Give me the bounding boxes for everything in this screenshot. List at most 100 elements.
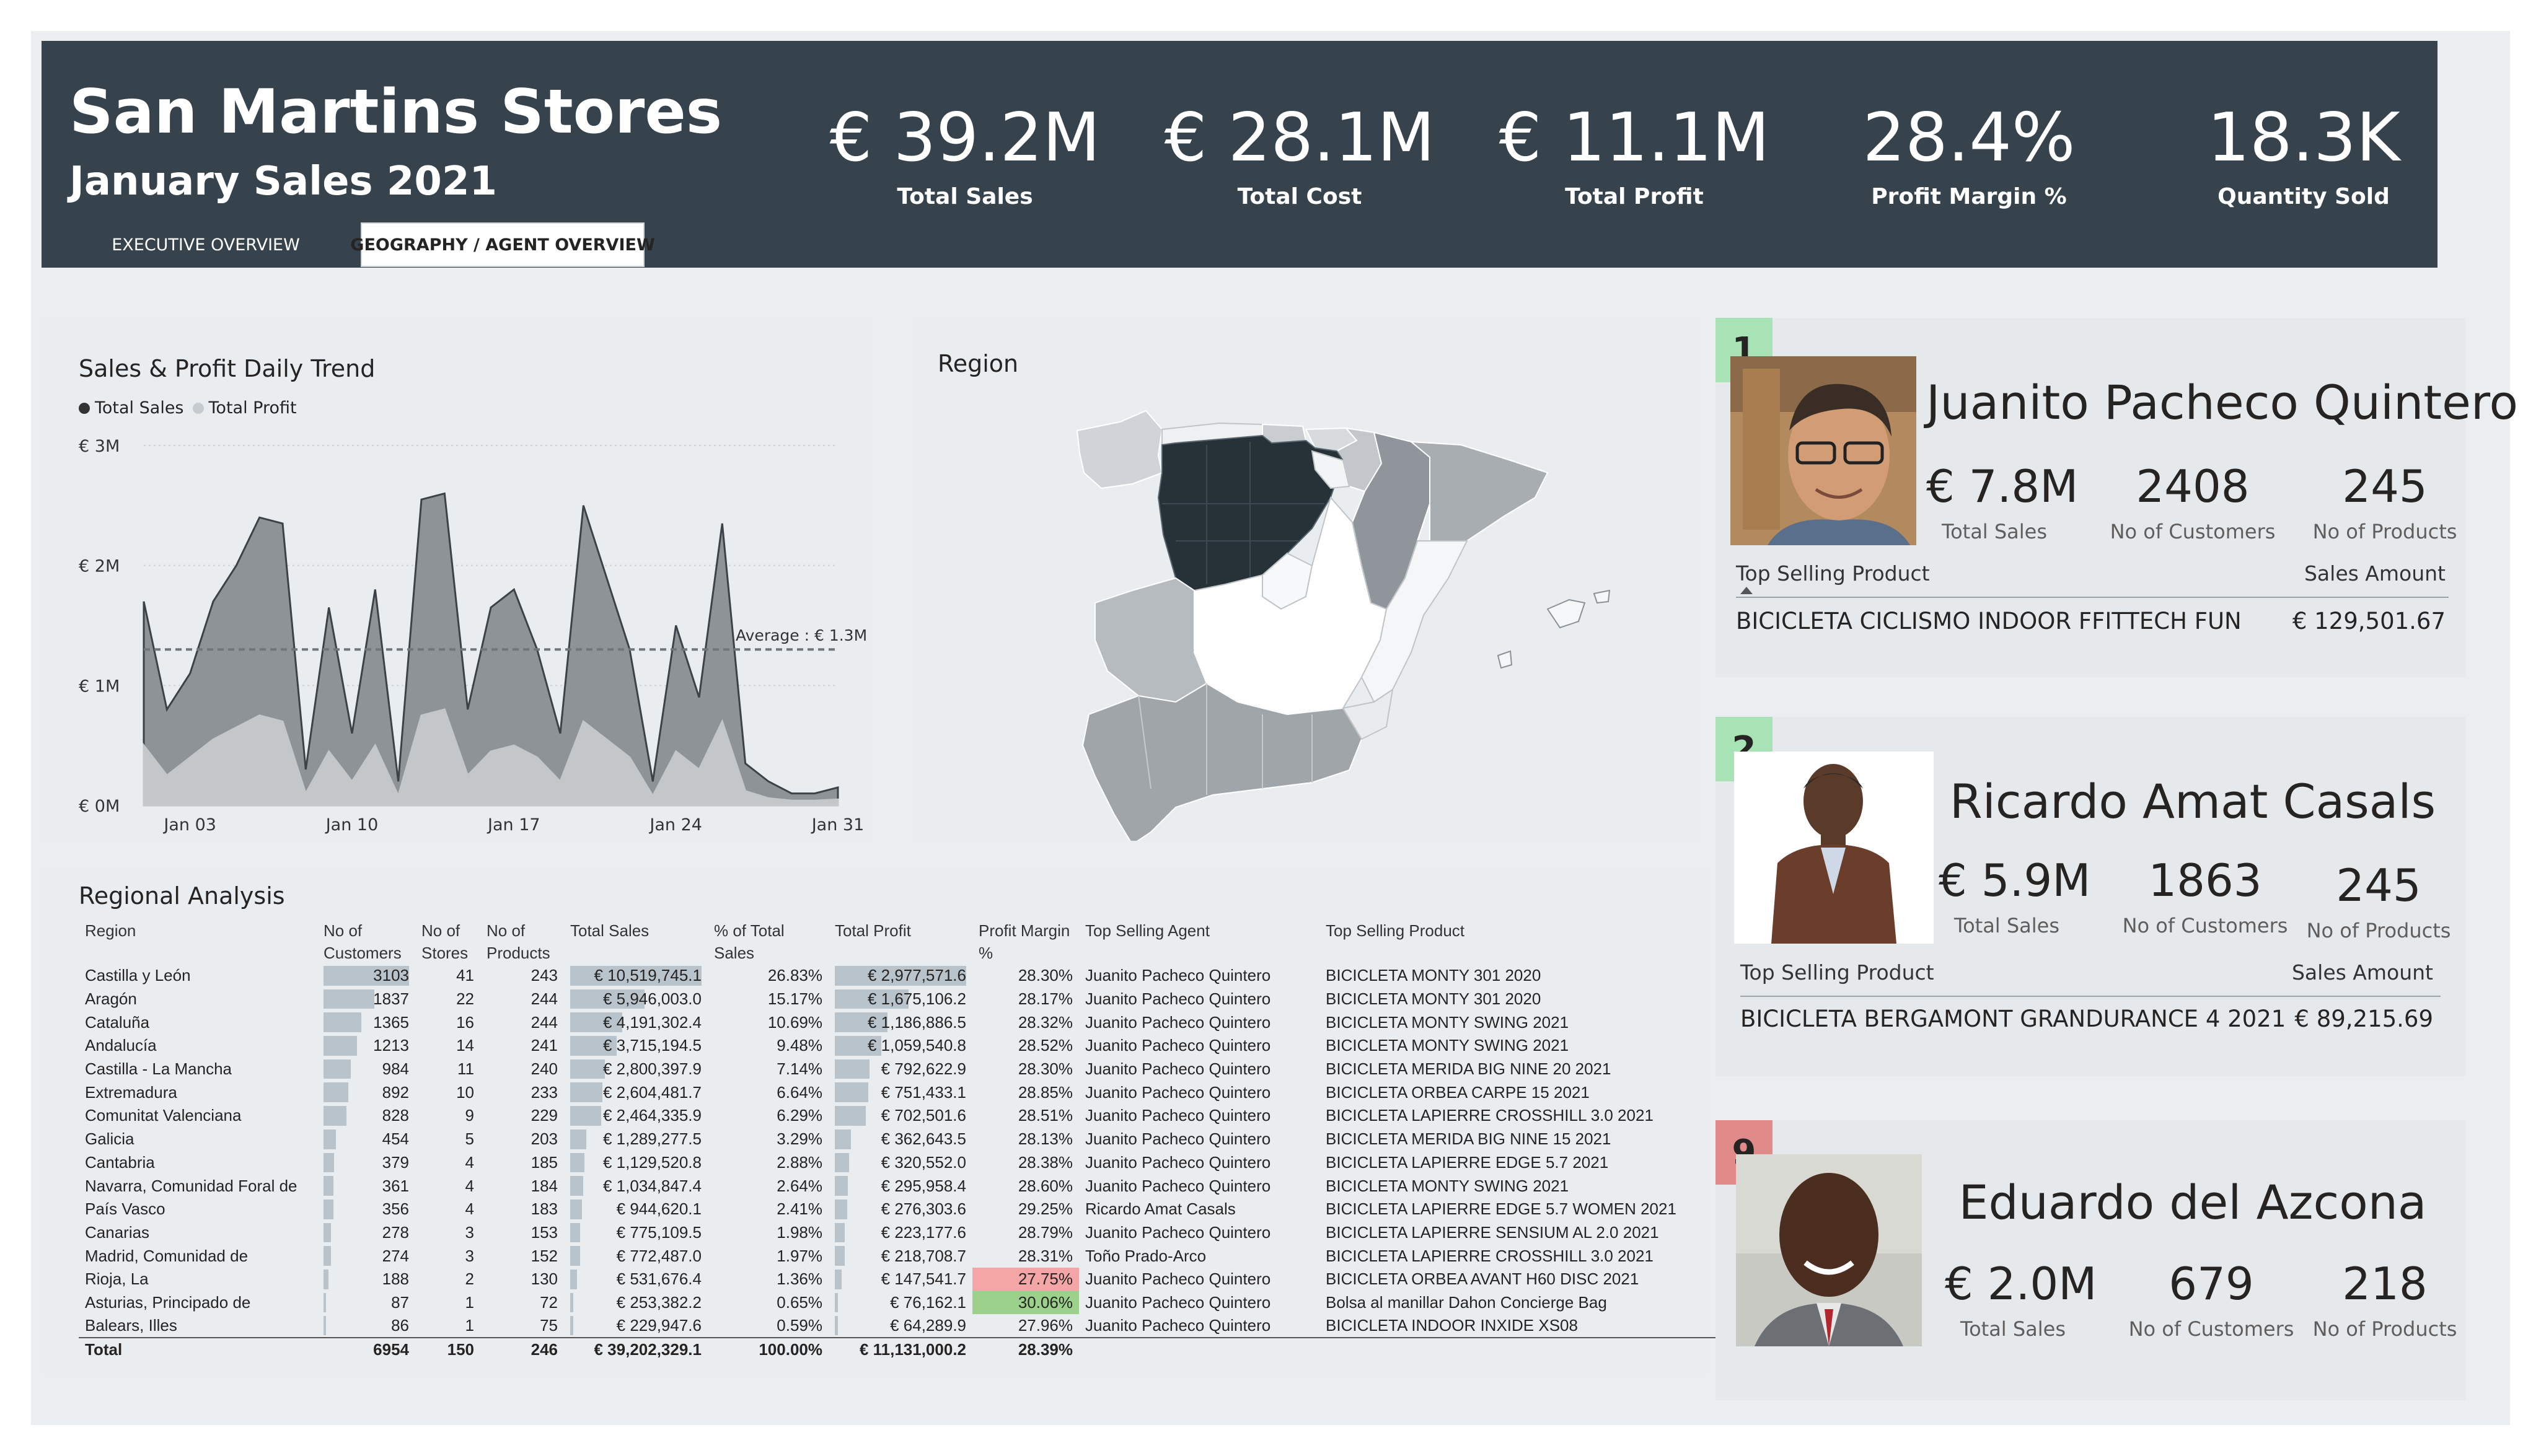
sales-amount-label: Sales Amount bbox=[2291, 960, 2433, 985]
cell-text: 188 bbox=[382, 1270, 409, 1289]
cell-text: 5 bbox=[465, 1129, 474, 1149]
agent-card-1[interactable]: 1 Juanito Pacheco Quintero € 7.8M Total … bbox=[1715, 318, 2518, 677]
spain-map[interactable] bbox=[915, 318, 1698, 846]
report-title: San Martins Stores bbox=[69, 77, 723, 147]
tab-executive-overview[interactable]: EXECUTIVE OVERVIEW bbox=[69, 222, 342, 267]
cell-text: Galicia bbox=[85, 1129, 134, 1149]
data-bar bbox=[324, 1106, 346, 1126]
regional-table[interactable]: Region No of Customers No of Stores No o… bbox=[79, 919, 1721, 1361]
table-cell: 11 bbox=[415, 1058, 480, 1081]
table-cell: Bolsa al manillar Dahon Concierge Bag bbox=[1319, 1291, 1721, 1315]
cell-text: 28.31% bbox=[1018, 1246, 1073, 1265]
kpi-value: 28.4% bbox=[1862, 99, 2076, 177]
table-cell: BICICLETA LAPIERRE CROSSHILL 3.0 2021 bbox=[1319, 1244, 1721, 1268]
table-cell: 152 bbox=[480, 1244, 564, 1268]
cell-text: 3 bbox=[465, 1246, 474, 1265]
table-row[interactable]: Aragón 1837 22 244 € 5,946,003.0 15.17% € 1,67… bbox=[79, 988, 1721, 1011]
table-cell: 2.64% bbox=[708, 1174, 829, 1198]
cell-text: Juanito Pacheco Quintero bbox=[1085, 1106, 1271, 1125]
agent-name: Eduardo del Azcona bbox=[1958, 1175, 2427, 1230]
table-row[interactable]: Madrid, Comunidad de 274 3 152 € 772,487.0 1.… bbox=[79, 1244, 1721, 1268]
table-row[interactable]: Comunitat Valenciana 828 9 229 € 2,464,335.9… bbox=[79, 1104, 1721, 1128]
cell-text: € 1,186,886.5 bbox=[867, 1012, 966, 1032]
col-customers[interactable]: No of Customers bbox=[317, 919, 415, 964]
col-top-agent[interactable]: Top Selling Agent bbox=[1079, 919, 1319, 964]
tab-geography-agent-overview[interactable]: GEOGRAPHY / AGENT OVERVIEW bbox=[350, 222, 655, 267]
total-cell: 100.00% bbox=[708, 1337, 829, 1361]
table-cell: 274 bbox=[317, 1244, 415, 1268]
table-row[interactable]: Castilla y León 3103 41 243 € 10,519,745.1 26… bbox=[79, 964, 1721, 988]
table-row[interactable]: Extremadura 892 10 233 € 2,604,481.7 6.64% € 7… bbox=[79, 1081, 1721, 1104]
col-pct-total-sales[interactable]: % of Total Sales bbox=[708, 919, 829, 964]
total-cell: 246 bbox=[480, 1337, 564, 1361]
data-bar bbox=[324, 1176, 334, 1196]
table-row[interactable]: Balears, Illes 86 1 75 € 229,947.6 0.59% € 64,… bbox=[79, 1314, 1721, 1338]
sales-amount-label: Sales Amount bbox=[2304, 561, 2446, 585]
sales-profit-trend-chart[interactable]: Sales & Profit Daily Trend Total Sales T… bbox=[42, 318, 873, 841]
sort-asc-icon[interactable] bbox=[1740, 587, 1753, 594]
data-bar bbox=[324, 1082, 348, 1103]
x-tick-label: Jan 10 bbox=[325, 815, 379, 835]
cell-text: 4 bbox=[465, 1176, 474, 1195]
table-cell: Canarias bbox=[79, 1221, 317, 1245]
col-region[interactable]: Region bbox=[79, 919, 317, 964]
agent-sales-label: Total Sales bbox=[1941, 520, 2048, 543]
table-cell: 10.69% bbox=[708, 1011, 829, 1034]
table-row[interactable]: Asturias, Principado de 87 1 72 € 253,382.2 0… bbox=[79, 1291, 1721, 1315]
table-row[interactable]: Galicia 454 5 203 € 1,289,277.5 3.29% € 362,64… bbox=[79, 1128, 1721, 1151]
table-row[interactable]: Canarias 278 3 153 € 775,109.5 1.98% € 223,177… bbox=[79, 1221, 1721, 1245]
map-region-galicia[interactable] bbox=[1076, 410, 1163, 489]
table-row[interactable]: Rioja, La 188 2 130 € 531,676.4 1.36% € 147,54… bbox=[79, 1267, 1721, 1291]
table-cell: 5 bbox=[415, 1128, 480, 1151]
cell-text: 361 bbox=[382, 1176, 409, 1195]
table-cell: 28.13% bbox=[972, 1128, 1079, 1151]
cell-text: 28.13% bbox=[1018, 1129, 1073, 1149]
cell-text: € 229,947.6 bbox=[616, 1316, 702, 1335]
regional-analysis-table[interactable]: Regional Analysis Region No of Customers… bbox=[42, 867, 1721, 1374]
cell-text: 2.64% bbox=[777, 1176, 822, 1195]
data-bar bbox=[324, 1152, 334, 1173]
table-cell: 6.29% bbox=[708, 1104, 829, 1128]
table-cell: 15.17% bbox=[708, 988, 829, 1011]
agent-products-label: No of Products bbox=[2312, 1317, 2457, 1341]
agent-card-9[interactable]: 9 Eduardo del Azcona € 2.0M Total Sales … bbox=[1715, 1120, 2465, 1400]
table-row[interactable]: País Vasco 356 4 183 € 944,620.1 2.41% € 276,3… bbox=[79, 1198, 1721, 1221]
table-row[interactable]: Cantabria 379 4 185 € 1,129,520.8 2.88% € 320,… bbox=[79, 1151, 1721, 1175]
agent-card-2[interactable]: 2 Ricardo Amat Casals € 5.9M Total Sales… bbox=[1715, 717, 2465, 1076]
table-row[interactable]: Andalucía 1213 14 241 € 3,715,194.5 9.48% € 1,… bbox=[79, 1034, 1721, 1058]
col-total-sales[interactable]: Total Sales bbox=[564, 919, 708, 964]
table-cell: Galicia bbox=[79, 1128, 317, 1151]
table-cell: 75 bbox=[480, 1314, 564, 1338]
table-cell: 188 bbox=[317, 1268, 415, 1291]
table-cell: 361 bbox=[317, 1174, 415, 1198]
data-bar bbox=[835, 1129, 851, 1149]
table-cell: € 2,800,397.9 bbox=[564, 1058, 708, 1081]
col-top-product[interactable]: Top Selling Product bbox=[1319, 919, 1721, 964]
map-region-cataluna[interactable] bbox=[1409, 441, 1549, 542]
header-banner: San Martins Stores January Sales 2021 EX… bbox=[42, 41, 2438, 268]
cell-text: 1 bbox=[465, 1292, 474, 1312]
table-cell: 0.65% bbox=[708, 1291, 829, 1315]
top-selling-product-label: Top Selling Product bbox=[1736, 561, 1930, 585]
map-region-extremadura[interactable] bbox=[1094, 577, 1208, 703]
cell-text: Juanito Pacheco Quintero bbox=[1085, 1012, 1271, 1032]
cell-text: Ricardo Amat Casals bbox=[1085, 1199, 1236, 1219]
region-map[interactable]: Region bbox=[915, 318, 1698, 846]
col-profit-margin[interactable]: Profit Margin % bbox=[972, 919, 1079, 964]
table-cell: Juanito Pacheco Quintero bbox=[1079, 1268, 1319, 1291]
col-stores[interactable]: No of Stores bbox=[415, 919, 480, 964]
table-row[interactable]: Navarra, Comunidad Foral de 361 4 184 € 1,03… bbox=[79, 1174, 1721, 1198]
cell-text: Balears, Illes bbox=[85, 1316, 177, 1335]
table-row[interactable]: Cataluña 1365 16 244 € 4,191,302.4 10.69% € 1,… bbox=[79, 1011, 1721, 1034]
table-cell: Juanito Pacheco Quintero bbox=[1079, 1034, 1319, 1058]
map-region-baleares[interactable] bbox=[1497, 589, 1611, 669]
agent-name: Ricardo Amat Casals bbox=[1949, 774, 2436, 829]
cell-text: 0.59% bbox=[777, 1316, 822, 1335]
cell-text: 22 bbox=[456, 989, 474, 1009]
table-cell: BICICLETA MERIDA BIG NINE 20 2021 bbox=[1319, 1058, 1721, 1081]
cell-text: € 10,519,745.1 bbox=[594, 966, 702, 985]
col-products[interactable]: No of Products bbox=[480, 919, 564, 964]
col-total-profit[interactable]: Total Profit bbox=[829, 919, 972, 964]
table-cell: 185 bbox=[480, 1151, 564, 1175]
table-row[interactable]: Castilla - La Mancha 984 11 240 € 2,800,397.… bbox=[79, 1058, 1721, 1081]
